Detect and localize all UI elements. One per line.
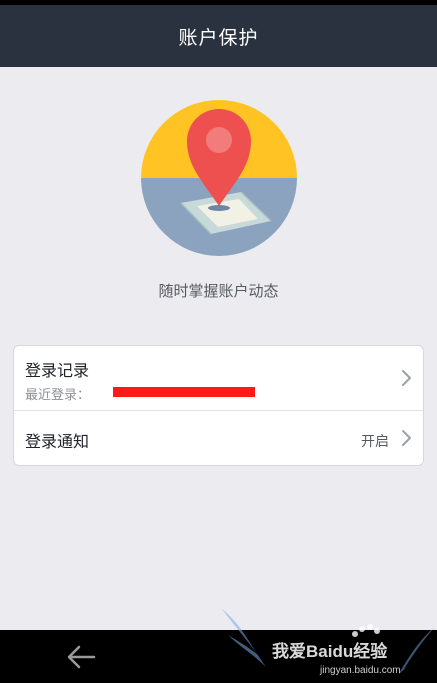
login-records-label: 登录记录 [25, 361, 90, 380]
tagline: 随时掌握账户动态 [158, 282, 279, 300]
login-notification-item[interactable]: 登录通知 开启 [14, 411, 423, 465]
title-bar: 账户保护 [0, 5, 437, 67]
redaction-bar [113, 387, 255, 397]
page-title: 账户保护 [178, 26, 259, 49]
last-login-label: 最近登录： [25, 388, 91, 403]
back-arrow-icon[interactable] [64, 642, 98, 672]
login-notification-status: 开启 [361, 434, 389, 450]
settings-card: 登录记录 最近登录： 登录通知 开启 [13, 345, 424, 466]
navigation-bar [0, 630, 437, 683]
login-records-item[interactable]: 登录记录 最近登录： [14, 346, 423, 411]
location-pin-icon [141, 100, 297, 256]
chevron-right-icon [402, 370, 411, 386]
chevron-right-icon [402, 430, 411, 446]
login-notification-label: 登录通知 [25, 432, 90, 451]
